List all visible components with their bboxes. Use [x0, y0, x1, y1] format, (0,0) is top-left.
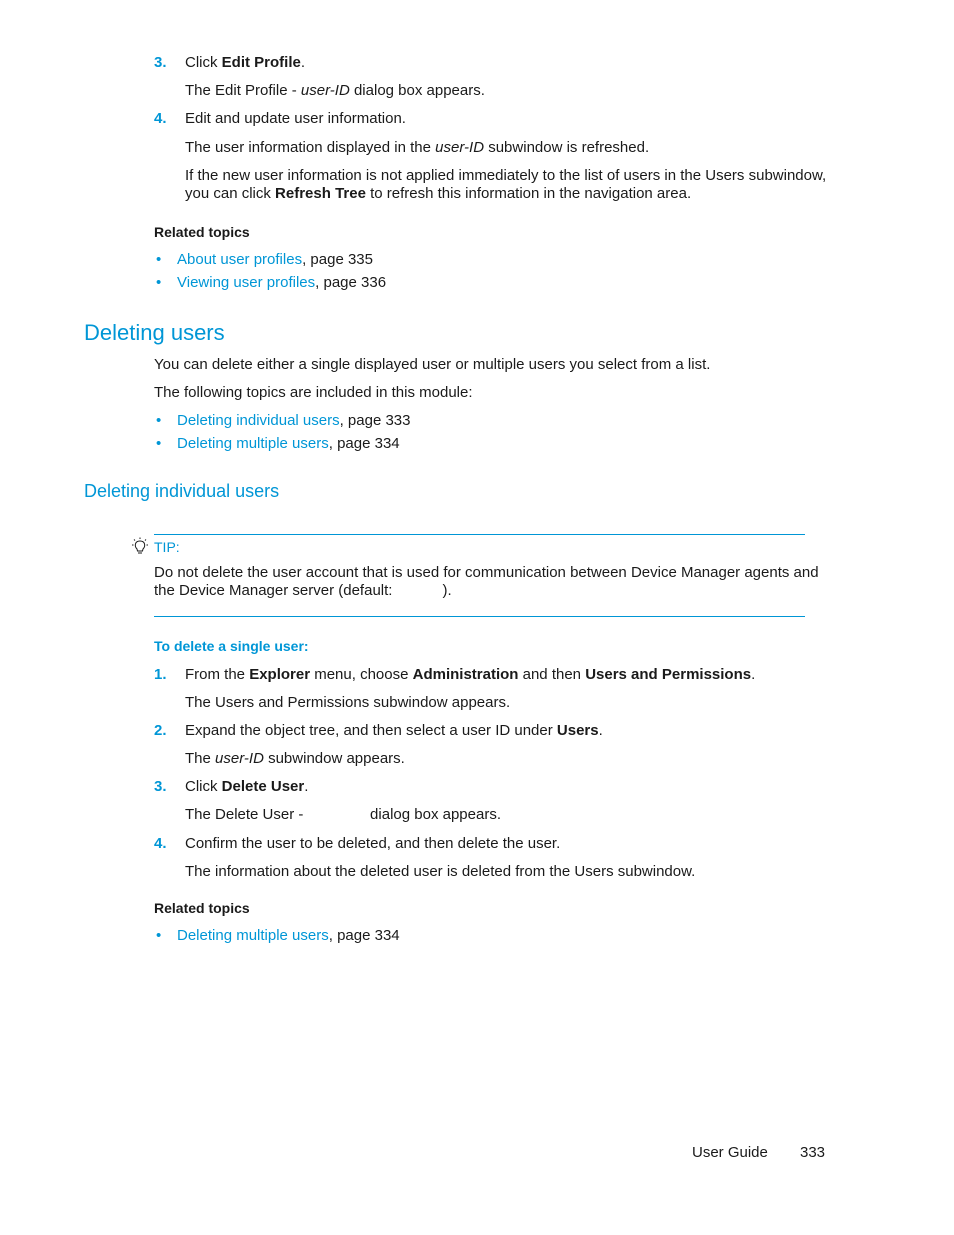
step-result: The information about the deleted user i… — [185, 863, 696, 880]
step-number: 4. — [154, 835, 167, 852]
related-link[interactable]: Deleting multiple users — [177, 927, 329, 944]
bullet-icon: • — [156, 412, 162, 429]
step-number: 1. — [154, 666, 167, 683]
tip-bottom-rule — [154, 616, 805, 617]
bullet-icon: • — [156, 251, 162, 268]
step-result: The Delete User - dialog box appears. — [185, 806, 501, 823]
step-result: The user-ID subwindow appears. — [185, 750, 405, 767]
procedure-title: To delete a single user: — [154, 638, 309, 654]
step-result: The Edit Profile - user-ID dialog box ap… — [185, 82, 485, 99]
intro-text: You can delete either a single displayed… — [154, 356, 711, 373]
related-item: Deleting multiple users, page 334 — [177, 927, 400, 944]
step-text: Click Delete User. — [185, 778, 309, 795]
step-text: Click Edit Profile. — [185, 54, 306, 71]
subsection-heading: Deleting individual users — [84, 481, 280, 501]
tip-text-line2: the Device Manager server (default: ). — [154, 582, 452, 599]
step-number: 2. — [154, 722, 167, 739]
bullet-icon: • — [156, 435, 162, 452]
related-item: About user profiles, page 335 — [177, 251, 373, 268]
related-topics-title: Related topics — [154, 224, 250, 240]
step-text: From the Explorer menu, choose Administr… — [185, 666, 756, 683]
topics-intro: The following topics are included in thi… — [154, 384, 473, 401]
tip-label: TIP: — [154, 539, 180, 555]
lightbulb-icon — [130, 537, 150, 561]
step-note-line2: you can click Refresh Tree to refresh th… — [185, 185, 692, 202]
step-number: 3. — [154, 778, 167, 795]
topic-link[interactable]: Deleting multiple users — [177, 435, 329, 452]
related-link[interactable]: Viewing user profiles — [177, 274, 315, 291]
related-link[interactable]: About user profiles — [177, 251, 302, 268]
topic-link[interactable]: Deleting individual users — [177, 412, 340, 429]
step-text: Edit and update user information. — [185, 110, 406, 127]
bullet-icon: • — [156, 927, 162, 944]
related-topics-title: Related topics — [154, 900, 250, 916]
topic-item: Deleting multiple users, page 334 — [177, 435, 400, 452]
step-text: Expand the object tree, and then select … — [185, 722, 603, 739]
topic-item: Deleting individual users, page 333 — [177, 412, 411, 429]
step-note-line1: If the new user information is not appli… — [185, 167, 827, 184]
step-result: The user information displayed in the us… — [185, 139, 650, 156]
step-result: The Users and Permissions subwindow appe… — [185, 694, 511, 711]
step-number: 3. — [154, 54, 167, 71]
step-number: 4. — [154, 110, 167, 127]
tip-text-line1: Do not delete the user account that is u… — [154, 564, 819, 581]
bullet-icon: • — [156, 274, 162, 291]
tip-top-rule — [154, 534, 805, 535]
footer-title: User Guide — [692, 1144, 768, 1161]
section-heading: Deleting users — [84, 320, 225, 345]
step-text: Confirm the user to be deleted, and then… — [185, 835, 561, 852]
page-number: 333 — [800, 1144, 826, 1161]
related-item: Viewing user profiles, page 336 — [177, 274, 387, 291]
